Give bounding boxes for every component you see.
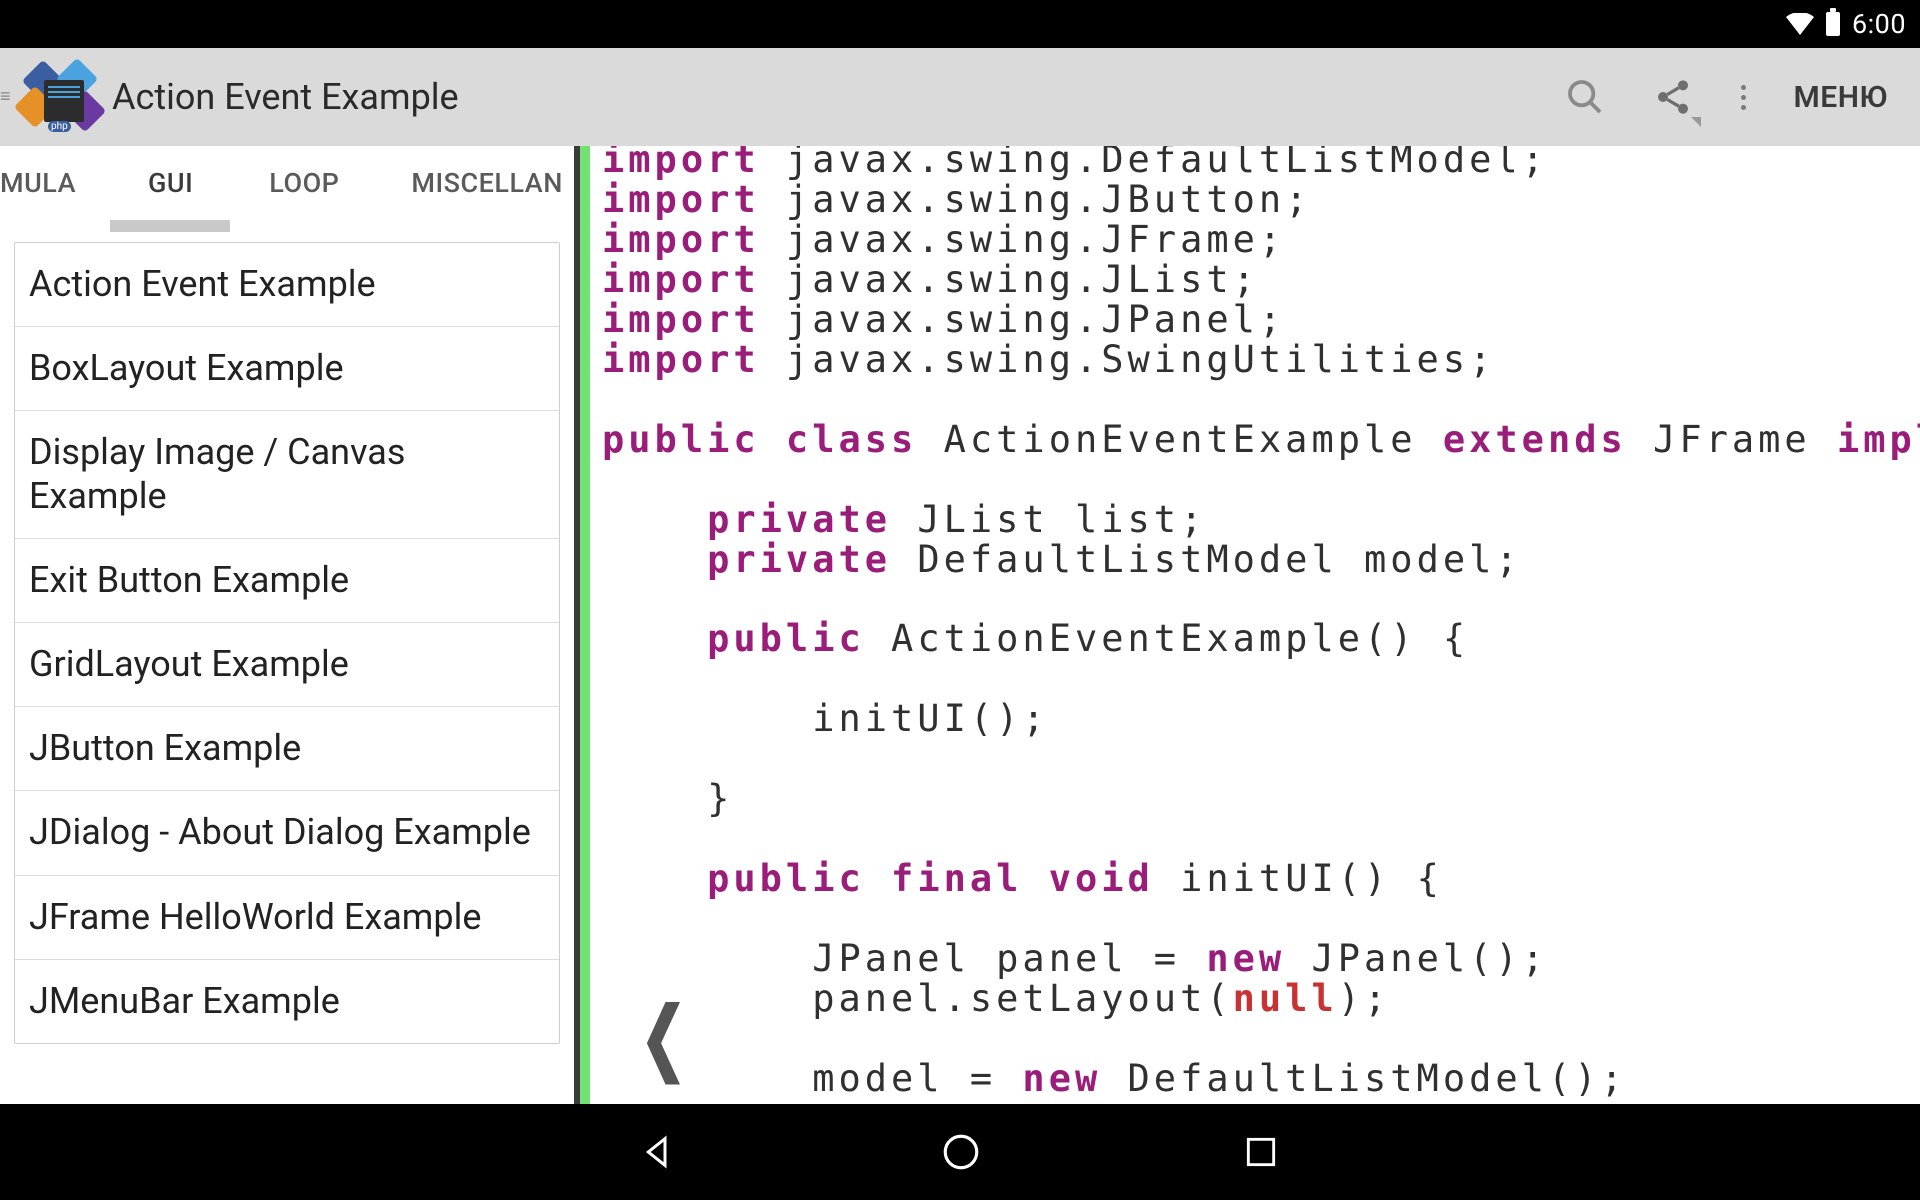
search-icon[interactable] (1565, 77, 1605, 117)
list-item[interactable]: Display Image / Canvas Example (15, 411, 559, 538)
battery-icon (1826, 12, 1840, 36)
android-status-bar: 6:00 (0, 0, 1920, 48)
tab-mula[interactable]: MULA (0, 146, 94, 220)
list-item[interactable]: JButton Example (15, 707, 559, 791)
sidebar: MULA GUI LOOP MISCELLAN Action Event Exa… (0, 146, 580, 1104)
nav-recent-icon[interactable] (1242, 1133, 1280, 1171)
list-item[interactable]: JFrame HelloWorld Example (15, 876, 559, 960)
tab-loop[interactable]: LOOP (251, 146, 357, 220)
code-content: import javax.swing.DefaultListModel; imp… (590, 146, 1920, 1104)
code-pane[interactable]: import javax.swing.DefaultListModel; imp… (580, 146, 1920, 1104)
app-logo[interactable]: php (18, 62, 106, 132)
list-item[interactable]: Exit Button Example (15, 539, 559, 623)
tab-miscellan[interactable]: MISCELLAN (393, 146, 580, 220)
page-title: Action Event Example (112, 76, 1565, 118)
list-item[interactable]: GridLayout Example (15, 623, 559, 707)
list-item[interactable]: Action Event Example (15, 243, 559, 327)
prev-chevron-icon[interactable]: ❮ (640, 990, 687, 1084)
drawer-icon[interactable]: ≡ (0, 93, 12, 101)
tab-indicator (0, 220, 574, 232)
status-time: 6:00 (1852, 8, 1906, 40)
android-nav-bar (0, 1104, 1920, 1200)
list-item[interactable]: BoxLayout Example (15, 327, 559, 411)
menu-button[interactable]: МЕНЮ (1794, 80, 1888, 115)
tab-gui[interactable]: GUI (130, 146, 211, 220)
list-item[interactable]: JDialog - About Dialog Example (15, 791, 559, 875)
list-item[interactable]: JMenuBar Example (15, 960, 559, 1043)
overflow-icon[interactable] (1741, 85, 1746, 110)
wifi-icon (1786, 13, 1814, 35)
nav-home-icon[interactable] (940, 1131, 982, 1173)
nav-back-icon[interactable] (640, 1132, 680, 1172)
example-list: Action Event Example BoxLayout Example D… (14, 242, 560, 1044)
action-bar: ≡ php Action Event Example МЕНЮ (0, 48, 1920, 146)
code-gutter (580, 146, 590, 1104)
share-icon[interactable] (1653, 77, 1693, 117)
tab-bar: MULA GUI LOOP MISCELLAN (0, 146, 574, 220)
